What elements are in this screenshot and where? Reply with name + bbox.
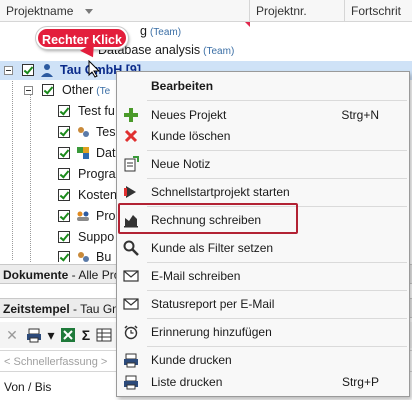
documents-panel-subtitle: - Alle Pro (68, 268, 121, 282)
tree-row-label: Test fu (78, 104, 115, 118)
menu-item-label: E-Mail schreiben (151, 269, 241, 283)
menu-separator (147, 150, 407, 151)
timestamps-panel-subtitle: - Tau Gm (69, 302, 123, 316)
menu-item-statusreport[interactable]: Statusreport per E-Mail (117, 292, 409, 316)
delete-icon[interactable]: ✕ (4, 327, 20, 343)
checkbox[interactable] (58, 210, 70, 222)
menu-separator (147, 262, 407, 263)
column-header-label: Fortschrit (351, 4, 402, 18)
highlight-frame (118, 203, 298, 234)
person-icon (41, 64, 53, 77)
excel-icon[interactable] (60, 327, 76, 343)
column-header-label: Projektname (6, 4, 74, 18)
printer-icon (124, 375, 138, 390)
column-header-fortschritt[interactable]: Fortschrit (345, 0, 412, 22)
checkbox[interactable] (42, 84, 54, 96)
delete-x-icon (124, 129, 138, 143)
right-click-callout: Rechter Klick (36, 27, 128, 49)
sum-icon[interactable]: Σ (78, 327, 94, 343)
column-header-projektname[interactable]: Projektname (0, 0, 250, 22)
printer-icon (124, 353, 138, 368)
menu-separator (147, 178, 407, 179)
menu-item-label: Kunde löschen (151, 129, 231, 143)
tree-row-label: Pro (96, 209, 116, 223)
quickstart-icon (124, 186, 136, 198)
menu-item-label: Erinnerung hinzufügen (151, 325, 272, 339)
checkbox[interactable] (58, 251, 70, 262)
context-menu: Bearbeiten Neues Projekt Strg+N Kunde lö… (116, 71, 410, 397)
envelope-icon (123, 298, 139, 310)
checkbox[interactable] (58, 105, 70, 117)
menu-item-shortcut: Strg+P (341, 375, 379, 389)
menu-item-label: Kunde drucken (151, 353, 232, 367)
menu-item-neue-notiz[interactable]: Neue Notiz (117, 152, 409, 176)
tree-row-label: Kosten (78, 188, 117, 202)
timestamps-panel-title: Zeitstempel (3, 302, 70, 316)
puzzle-icon (77, 147, 89, 159)
menu-item-bearbeiten[interactable]: Bearbeiten (117, 74, 409, 98)
tree-row-label: Dat (96, 146, 116, 160)
checkbox[interactable] (58, 147, 70, 159)
checkbox[interactable] (22, 64, 34, 76)
menu-separator (147, 318, 407, 319)
people-gear-icon (78, 127, 89, 137)
tree-row-label: Other (Te (62, 83, 111, 97)
menu-item-liste-drucken[interactable]: Liste drucken Strg+P (117, 370, 409, 394)
grid-header: Projektname Projektnr. Fortschrit (0, 0, 412, 22)
menu-item-label: Liste drucken (151, 375, 223, 389)
menu-item-erinnerung[interactable]: Erinnerung hinzufügen (117, 320, 409, 344)
menu-separator (147, 346, 407, 347)
menu-item-kunde-loeschen[interactable]: Kunde löschen (117, 124, 409, 148)
checkbox[interactable] (58, 168, 70, 180)
table-icon[interactable] (96, 327, 112, 343)
menu-item-label: Statusreport per E-Mail (151, 297, 275, 311)
documents-panel-title: Dokumente (3, 268, 69, 282)
checkbox[interactable] (58, 231, 70, 243)
tree-row-label: g (Team) (140, 24, 182, 38)
menu-item-label: Neue Notiz (151, 157, 211, 171)
checkbox[interactable] (58, 189, 70, 201)
menu-item-label: Bearbeiten (151, 79, 214, 93)
column-header-projektnr[interactable]: Projektnr. (250, 0, 345, 22)
magnifier-icon (123, 240, 139, 256)
menu-item-kunde-als-filter[interactable]: Kunde als Filter setzen (117, 236, 409, 260)
collapse-icon[interactable] (24, 86, 33, 95)
menu-separator (147, 100, 407, 101)
people-gear-icon (78, 252, 89, 262)
menu-item-schnellstartprojekt[interactable]: Schnellstartprojekt starten (117, 180, 409, 204)
collapse-icon[interactable] (4, 66, 13, 75)
checkbox[interactable] (58, 126, 70, 138)
tree-row-label: Bu (96, 250, 112, 262)
tree-row-label: Tes (96, 125, 116, 139)
note-icon (124, 156, 139, 172)
sort-desc-icon[interactable] (84, 9, 93, 15)
envelope-icon (123, 270, 139, 282)
menu-item-label: Kunde als Filter setzen (151, 241, 274, 255)
mouse-cursor-icon (88, 60, 100, 78)
alarm-clock-icon (124, 325, 138, 340)
menu-item-label: Schnellstartprojekt starten (151, 185, 290, 199)
menu-item-email-schreiben[interactable]: E-Mail schreiben (117, 264, 409, 288)
menu-item-kunde-drucken[interactable]: Kunde drucken (117, 348, 409, 372)
people-icon (77, 211, 89, 221)
tree-row-label: Progra (78, 167, 116, 181)
menu-separator (147, 290, 407, 291)
column-header-label: Projektnr. (256, 4, 307, 18)
printer-icon[interactable] (26, 327, 42, 343)
tree-row-label: Suppo (78, 230, 115, 244)
from-to-label: Von / Bis (4, 380, 52, 394)
dropdown-arrow-icon[interactable]: ▾ (46, 327, 56, 343)
plus-icon (124, 108, 138, 122)
